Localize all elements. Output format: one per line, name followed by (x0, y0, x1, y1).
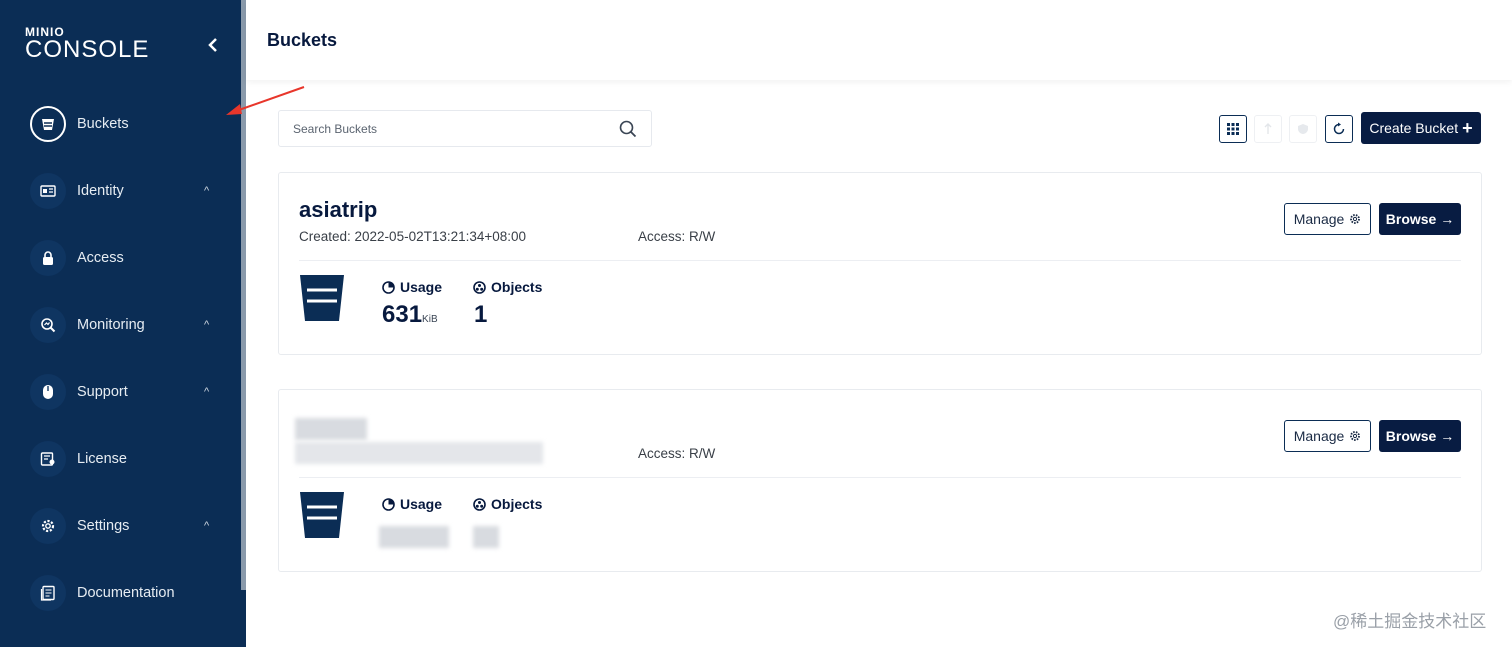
search-input[interactable] (293, 120, 593, 138)
pie-chart-icon (382, 280, 395, 294)
manage-button[interactable]: Manage (1284, 203, 1371, 235)
minio-console-logo[interactable]: MINIO CONSOLE (25, 26, 149, 62)
redacted-bucket-created (295, 442, 543, 464)
shield-icon (1298, 124, 1308, 134)
mouse-icon (30, 374, 66, 410)
replication-button[interactable] (1254, 115, 1282, 143)
bucket-name[interactable]: asiatrip (299, 197, 377, 223)
create-bucket-button[interactable]: Create Bucket + (1361, 112, 1481, 144)
refresh-button[interactable] (1325, 115, 1353, 143)
redacted-bucket-name (295, 418, 367, 440)
sidebar-item-identity[interactable]: Identity ^ (0, 167, 241, 215)
chevron-up-icon: ^ (204, 185, 210, 197)
browse-button[interactable]: Browse → (1379, 203, 1461, 235)
bucket-created: Created: 2022-05-02T13:21:34+08:00 (299, 229, 527, 244)
bucket-access: Access: R/W (638, 446, 716, 461)
bucket-access: Access: R/W (638, 229, 716, 244)
manage-button[interactable]: Manage (1284, 420, 1371, 452)
bucket-icon (300, 275, 344, 321)
usage-label-text: Usage (400, 279, 443, 295)
usage-number: 631 (382, 301, 423, 328)
gear-icon (1350, 214, 1361, 224)
bucket-icon (30, 106, 66, 142)
card-divider (299, 260, 1461, 261)
sidebar-item-label: Access (77, 250, 124, 266)
browse-label: Browse → (1385, 428, 1455, 444)
sidebar: MINIO CONSOLE Buckets Identity ^ Access … (0, 0, 246, 647)
sidebar-item-buckets[interactable]: Buckets (0, 100, 241, 148)
lifecycle-button[interactable] (1289, 115, 1317, 143)
gear-icon (1350, 431, 1361, 441)
card-divider (299, 477, 1461, 478)
chevron-up-icon: ^ (204, 386, 210, 398)
refresh-icon (1333, 122, 1345, 135)
sidebar-item-label: Buckets (77, 116, 129, 132)
bucket-card[interactable]: asiatrip Created: 2022-05-02T13:21:34+08… (278, 172, 1482, 355)
chevron-up-icon: ^ (204, 520, 210, 532)
create-bucket-label: Create Bucket (1369, 120, 1459, 136)
bucket-icon (300, 492, 344, 538)
pie-chart-icon (382, 497, 395, 511)
sidebar-item-license[interactable]: License (0, 435, 241, 483)
search-icon[interactable] (619, 120, 637, 138)
sidebar-item-label: Support (77, 384, 128, 400)
objects-label: Objects (473, 496, 542, 512)
sidebar-item-label: Monitoring (77, 317, 145, 333)
page-header: Buckets (246, 0, 1512, 80)
chevron-left-icon (208, 38, 217, 52)
objects-value: 1 (474, 301, 488, 328)
usage-label: Usage (382, 279, 442, 295)
objects-icon (473, 280, 486, 294)
usage-unit: KiB (422, 314, 438, 325)
manage-label: Manage (1293, 428, 1345, 444)
objects-icon (473, 497, 486, 511)
chevron-up-icon: ^ (204, 319, 210, 331)
sidebar-item-monitoring[interactable]: Monitoring ^ (0, 301, 241, 349)
sidebar-item-support[interactable]: Support ^ (0, 368, 241, 416)
sidebar-item-label: Documentation (77, 585, 175, 601)
browse-label: Browse → (1385, 211, 1455, 227)
lock-icon (30, 240, 66, 276)
objects-label-text: Objects (491, 496, 543, 512)
logo-console-text: CONSOLE (25, 36, 150, 63)
sidebar-item-settings[interactable]: Settings ^ (0, 502, 241, 550)
identity-card-icon (30, 173, 66, 209)
page-title: Buckets (267, 30, 338, 50)
license-icon (30, 441, 66, 477)
usage-value: 631KiB (382, 301, 438, 329)
redacted-objects-value (473, 526, 499, 548)
sidebar-item-documentation[interactable]: Documentation (0, 569, 241, 617)
gear-icon (30, 508, 66, 544)
sidebar-item-label: Settings (77, 518, 130, 534)
bucket-card[interactable]: Access: R/W Manage Browse → Usage Object… (278, 389, 1482, 572)
grid-view-button[interactable] (1219, 115, 1247, 143)
collapse-sidebar-button[interactable] (207, 36, 225, 56)
objects-label-text: Objects (491, 279, 543, 295)
browse-button[interactable]: Browse → (1379, 420, 1461, 452)
document-icon (30, 575, 66, 611)
usage-label: Usage (382, 496, 442, 512)
plus-icon: + (1462, 117, 1473, 138)
replication-icon (1264, 123, 1272, 134)
objects-label: Objects (473, 279, 542, 295)
sidebar-item-label: Identity (77, 183, 124, 199)
usage-label-text: Usage (400, 496, 443, 512)
sidebar-item-label: License (77, 451, 127, 467)
magnifier-chart-icon (30, 307, 66, 343)
search-box[interactable] (278, 110, 652, 147)
sidebar-item-access[interactable]: Access (0, 234, 241, 282)
grid-icon (1227, 123, 1239, 135)
manage-label: Manage (1293, 211, 1345, 227)
redacted-usage-value (379, 526, 449, 548)
watermark-text: @稀土掘金技术社区 (1333, 612, 1487, 631)
